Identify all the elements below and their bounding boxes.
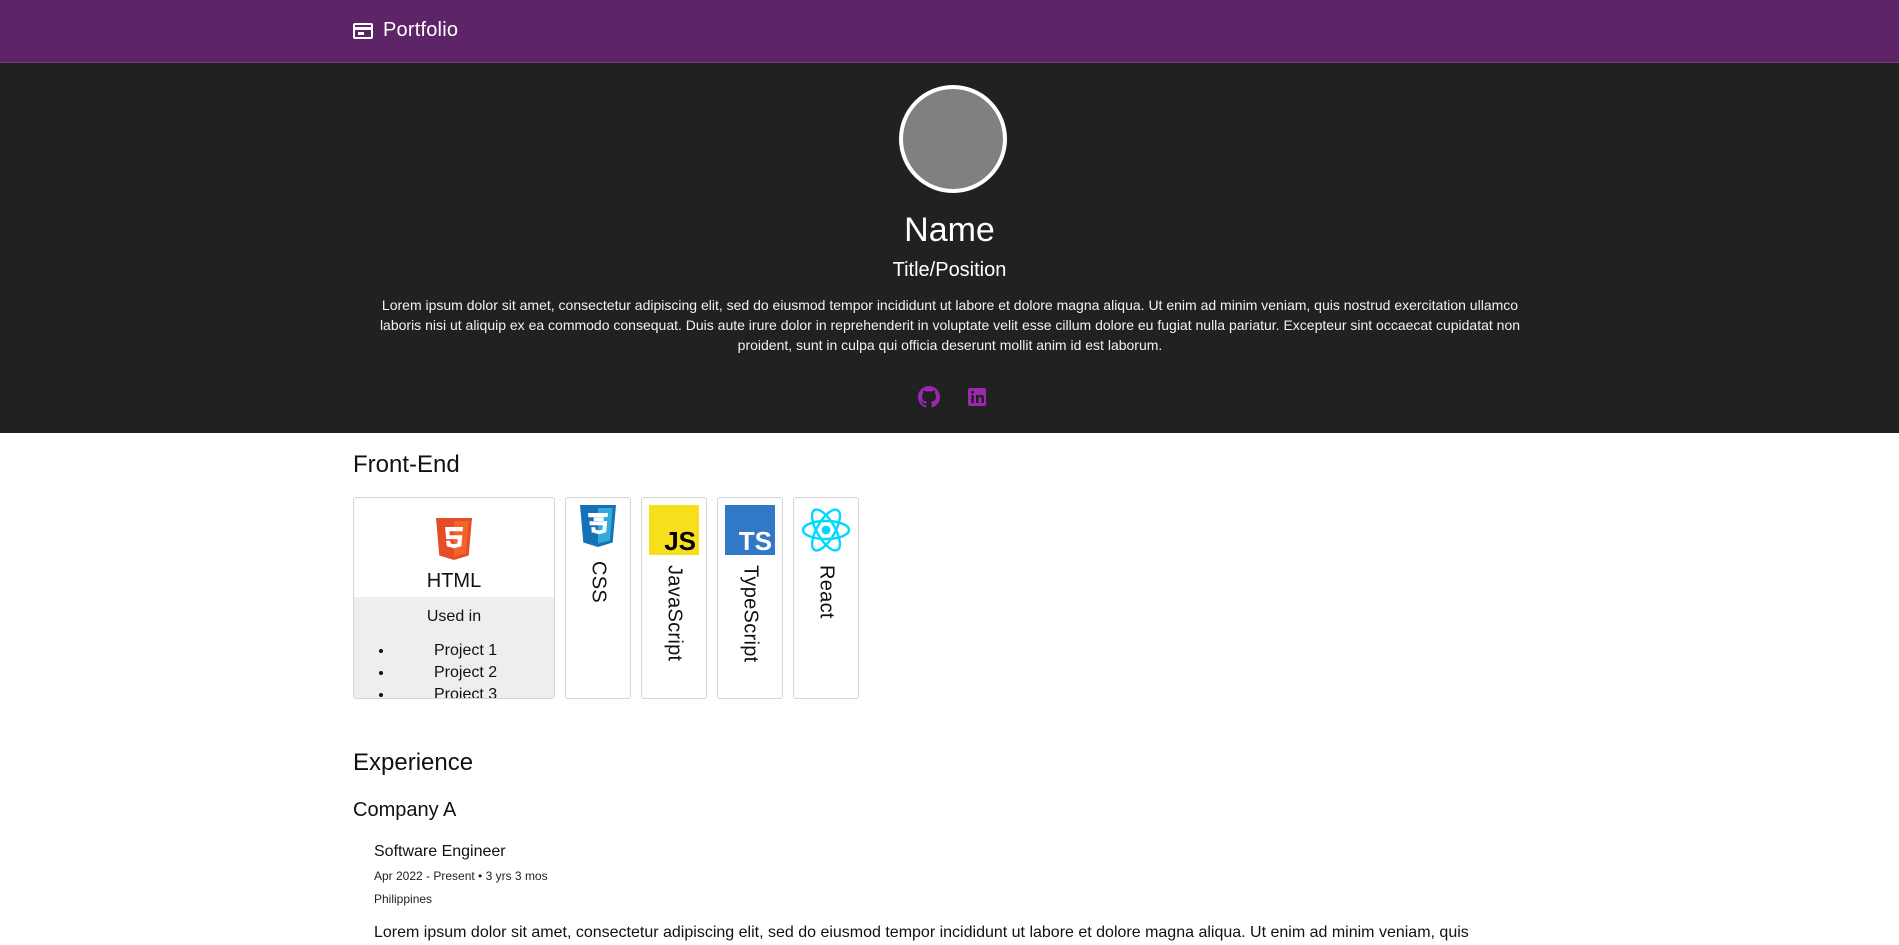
skill-card-react[interactable]: React — [793, 497, 859, 699]
skill-card-html[interactable]: HTML Used in Project 1 Project 2 Project… — [353, 497, 555, 699]
svg-text:TS: TS — [739, 526, 772, 555]
browser-window-icon — [353, 22, 373, 39]
javascript-icon: JS — [649, 505, 699, 555]
profile-hero: Name Title/Position Lorem ipsum dolor si… — [0, 63, 1899, 433]
github-link[interactable] — [917, 385, 941, 409]
typescript-icon: TS — [725, 505, 775, 555]
skill-name: React — [815, 565, 838, 619]
project-item: Project 1 — [394, 640, 554, 662]
skill-card-typescript[interactable]: TS TypeScript — [717, 497, 783, 699]
skill-name: TypeScript — [739, 565, 762, 663]
skill-card-css[interactable]: CSS — [565, 497, 631, 699]
linkedin-link[interactable] — [965, 385, 989, 409]
brand-label: Portfolio — [383, 19, 459, 41]
used-in-label: Used in — [426, 608, 482, 625]
skill-card-javascript[interactable]: JS JavaScript — [641, 497, 707, 699]
project-item: Project 2 — [394, 662, 554, 684]
section-title-frontend: Front-End — [353, 451, 460, 478]
top-app-bar: Portfolio — [0, 0, 1899, 63]
section-title-experience: Experience — [353, 749, 474, 776]
github-icon — [918, 386, 940, 408]
job-period: Apr 2022 - Present • 3 yrs 3 mos — [374, 869, 548, 883]
profile-title: Title/Position — [892, 259, 1007, 281]
brand-link[interactable]: Portfolio — [353, 19, 458, 42]
profile-name: Name — [904, 211, 995, 249]
linkedin-icon — [968, 388, 986, 406]
avatar — [899, 85, 1007, 193]
skill-name: HTML — [426, 570, 482, 592]
job-location: Philippines — [374, 892, 433, 906]
svg-text:JS: JS — [664, 526, 696, 555]
company-name: Company A — [353, 799, 457, 821]
skill-name: CSS — [587, 561, 610, 604]
css3-icon — [580, 505, 616, 547]
project-list: Project 1 Project 2 Project 3 — [354, 640, 554, 698]
skill-name: JavaScript — [663, 565, 686, 662]
job-role: Software Engineer — [374, 843, 506, 860]
used-in-panel: Used in Project 1 Project 2 Project 3 — [354, 597, 554, 698]
social-links — [917, 385, 989, 409]
skills-row: HTML Used in Project 1 Project 2 Project… — [353, 497, 859, 699]
job-description: Lorem ipsum dolor sit amet, consectetur … — [374, 924, 1469, 941]
profile-bio: Lorem ipsum dolor sit amet, consectetur … — [379, 297, 1521, 353]
project-item: Project 3 — [394, 684, 554, 698]
html5-icon — [436, 518, 472, 560]
react-icon — [801, 508, 851, 552]
